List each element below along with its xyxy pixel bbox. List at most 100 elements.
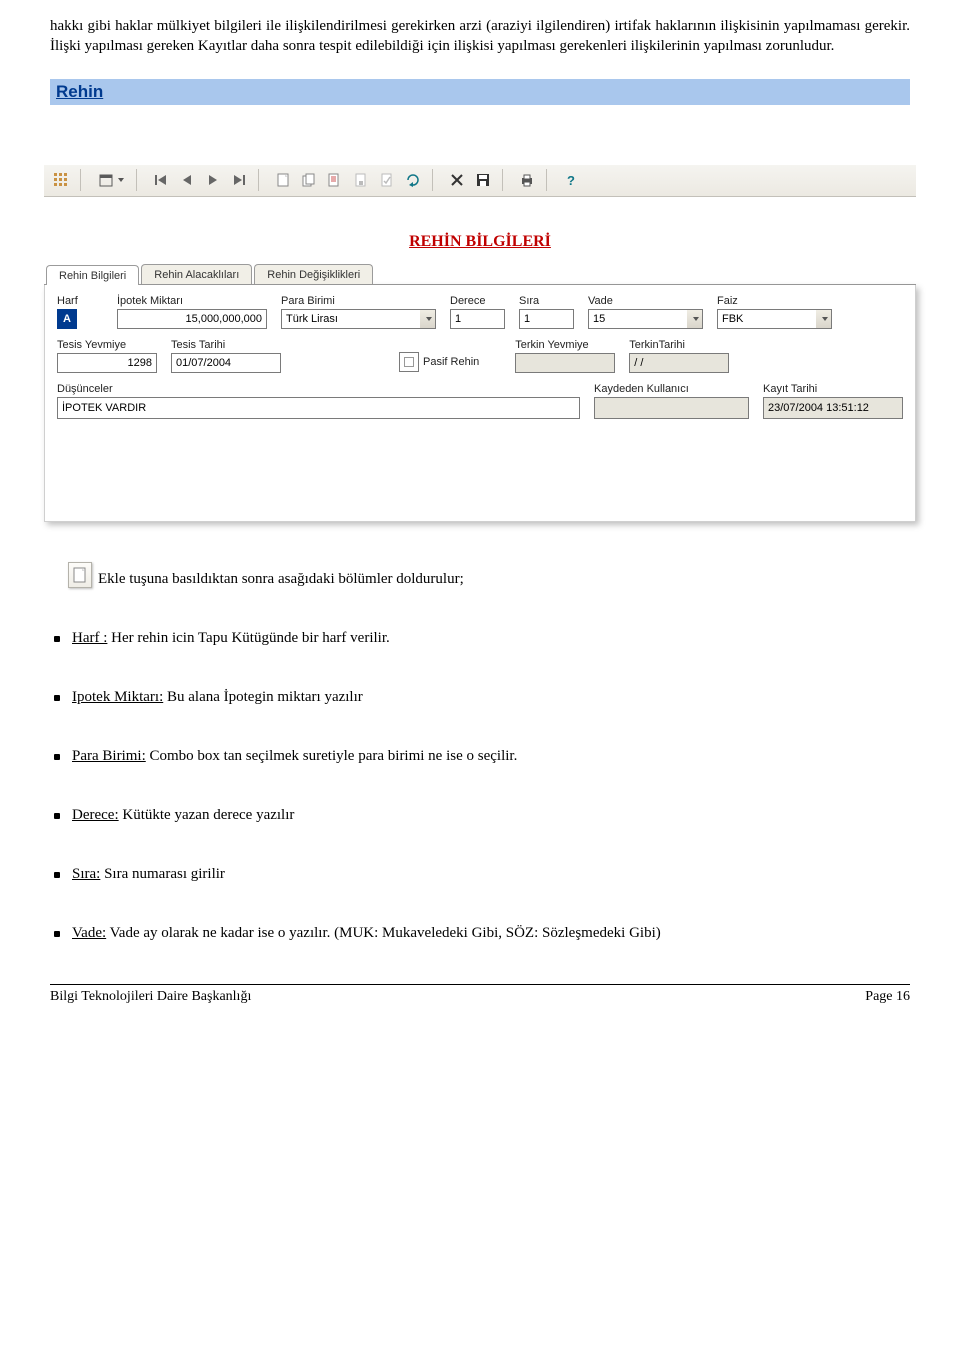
first-icon[interactable] <box>150 169 172 191</box>
chevron-down-icon <box>816 309 832 329</box>
label-dusunceler: Düşünceler <box>57 383 580 395</box>
footer-left: Bilgi Teknolojileri Daire Başkanlığı <box>50 989 251 1005</box>
toolbar-separator <box>432 169 438 191</box>
bullet-para-birimi: Para Birimi: Combo box tan seçilmek sure… <box>50 748 910 765</box>
combo-faiz[interactable]: FBK <box>717 309 832 329</box>
lock-doc-icon[interactable] <box>350 169 372 191</box>
value-para-birimi: Türk Lirası <box>286 313 416 325</box>
tab-rehin-degisiklikleri[interactable]: Rehin Değişiklikleri <box>254 264 373 284</box>
delete-icon[interactable] <box>446 169 468 191</box>
chevron-down-icon <box>687 309 703 329</box>
harf-indicator: A <box>57 309 77 329</box>
bullet-label: Vade: <box>72 925 106 941</box>
bullet-label: Sıra: <box>72 866 100 882</box>
ekle-instruction: Ekle tuşuna basıldıktan sonra asağıdaki … <box>68 562 910 588</box>
toolbar-separator <box>258 169 264 191</box>
section-link-rehin[interactable]: Rehin <box>56 82 103 101</box>
input-terkin-yevmiye[interactable] <box>515 353 615 373</box>
footer-right: Page 16 <box>865 989 910 1005</box>
input-kaydeden <box>594 397 749 419</box>
value-dusunceler: İPOTEK VARDIR <box>62 402 575 414</box>
bullet-text: Kütükte yazan derece yazılır <box>119 807 295 823</box>
value-faiz: FBK <box>722 313 812 325</box>
label-faiz: Faiz <box>717 295 832 307</box>
toolbar-separator <box>136 169 142 191</box>
input-derece[interactable]: 1 <box>450 309 505 329</box>
bullet-label: Para Birimi: <box>72 748 146 764</box>
bullet-harf: Harf : Her rehin icin Tapu Kütügünde bir… <box>50 630 910 647</box>
page-footer: Bilgi Teknolojileri Daire Başkanlığı Pag… <box>50 984 910 1005</box>
toolbar-separator <box>546 169 552 191</box>
tab-rehin-alacaklilari[interactable]: Rehin Alacaklıları <box>141 264 252 284</box>
svg-text:?: ? <box>567 173 575 187</box>
next-icon[interactable] <box>202 169 224 191</box>
toolbar-separator <box>502 169 508 191</box>
input-terkin-tarihi[interactable]: / / <box>629 353 729 373</box>
value-kayit-tarihi: 23/07/2004 13:51:12 <box>768 402 898 414</box>
help-icon[interactable]: ? <box>560 169 582 191</box>
value-ipotek-miktari: 15,000,000,000 <box>122 313 262 325</box>
ekle-caption: Ekle tuşuna basıldıktan sonra asağıdaki … <box>98 571 464 588</box>
label-pasif-rehin: Pasif Rehin <box>423 356 479 368</box>
label-ipotek-miktari: İpotek Miktarı <box>117 295 267 307</box>
print-icon[interactable] <box>516 169 538 191</box>
bullet-text: Vade ay olarak ne kadar ise o yazılır. (… <box>106 925 661 941</box>
bullet-label: Derece: <box>72 807 119 823</box>
value-vade: 15 <box>593 313 683 325</box>
save-icon[interactable] <box>472 169 494 191</box>
calendar-dropdown[interactable] <box>94 169 128 191</box>
refresh-icon[interactable] <box>402 169 424 191</box>
bullet-ipotek: Ipotek Miktarı: Bu alana İpotegin miktar… <box>50 689 910 706</box>
input-tesis-tarihi[interactable]: 01/07/2004 <box>171 353 281 373</box>
toolbar-separator <box>80 169 86 191</box>
bullet-text: Her rehin icin Tapu Kütügünde bir harf v… <box>107 630 389 646</box>
label-vade: Vade <box>588 295 703 307</box>
value-tesis-yevmiye: 1298 <box>62 357 152 369</box>
bullet-text: Bu alana İpotegin miktarı yazılır <box>163 689 363 705</box>
label-tesis-tarihi: Tesis Tarihi <box>171 339 281 351</box>
form-heading: REHİN BİLGİLERİ <box>44 233 916 251</box>
combo-vade[interactable]: 15 <box>588 309 703 329</box>
form-panel: Harf A İpotek Miktarı 15,000,000,000 Par… <box>44 285 916 522</box>
input-kayit-tarihi: 23/07/2004 13:51:12 <box>763 397 903 419</box>
label-terkin-tarihi: TerkinTarihi <box>629 339 729 351</box>
value-terkin-tarihi: / / <box>634 357 724 369</box>
bullet-label: Ipotek Miktarı: <box>72 689 163 705</box>
label-kayit-tarihi: Kayıt Tarihi <box>763 383 903 395</box>
chevron-down-icon <box>118 178 124 182</box>
field-instructions: Harf : Her rehin icin Tapu Kütügünde bir… <box>50 630 910 942</box>
bullet-sira: Sıra: Sıra numarası girilir <box>50 866 910 883</box>
combo-para-birimi[interactable]: Türk Lirası <box>281 309 436 329</box>
form-screenshot: ? REHİN BİLGİLERİ Rehin Bilgileri Rehin … <box>44 165 916 522</box>
label-kaydeden: Kaydeden Kullanıcı <box>594 383 749 395</box>
copy-icon[interactable] <box>298 169 320 191</box>
add-doc-icon[interactable] <box>68 562 92 588</box>
checkbox-pasif-rehin[interactable] <box>399 352 419 372</box>
label-derece: Derece <box>450 295 505 307</box>
bullet-text: Sıra numarası girilir <box>100 866 225 882</box>
label-para-birimi: Para Birimi <box>281 295 436 307</box>
value-sira: 1 <box>524 313 569 325</box>
prev-icon[interactable] <box>176 169 198 191</box>
input-ipotek-miktari[interactable]: 15,000,000,000 <box>117 309 267 329</box>
value-tesis-tarihi: 01/07/2004 <box>176 357 276 369</box>
input-dusunceler[interactable]: İPOTEK VARDIR <box>57 397 580 419</box>
chevron-down-icon <box>420 309 436 329</box>
bullet-label: Harf : <box>72 630 107 646</box>
grid-icon[interactable] <box>50 169 72 191</box>
tab-rehin-bilgileri[interactable]: Rehin Bilgileri <box>46 265 139 285</box>
tabbar: Rehin Bilgileri Rehin Alacaklıları Rehin… <box>44 261 916 285</box>
section-header-rehin: Rehin <box>50 79 910 105</box>
new-doc-icon[interactable] <box>272 169 294 191</box>
label-terkin-yevmiye: Terkin Yevmiye <box>515 339 615 351</box>
check-doc-icon[interactable] <box>376 169 398 191</box>
toolbar: ? <box>44 165 916 197</box>
bullet-text: Combo box tan seçilmek suretiyle para bi… <box>146 748 518 764</box>
edit-doc-icon[interactable] <box>324 169 346 191</box>
input-tesis-yevmiye[interactable]: 1298 <box>57 353 157 373</box>
bullet-derece: Derece: Kütükte yazan derece yazılır <box>50 807 910 824</box>
bullet-vade: Vade: Vade ay olarak ne kadar ise o yazı… <box>50 925 910 942</box>
input-sira[interactable]: 1 <box>519 309 574 329</box>
last-icon[interactable] <box>228 169 250 191</box>
value-derece: 1 <box>455 313 500 325</box>
